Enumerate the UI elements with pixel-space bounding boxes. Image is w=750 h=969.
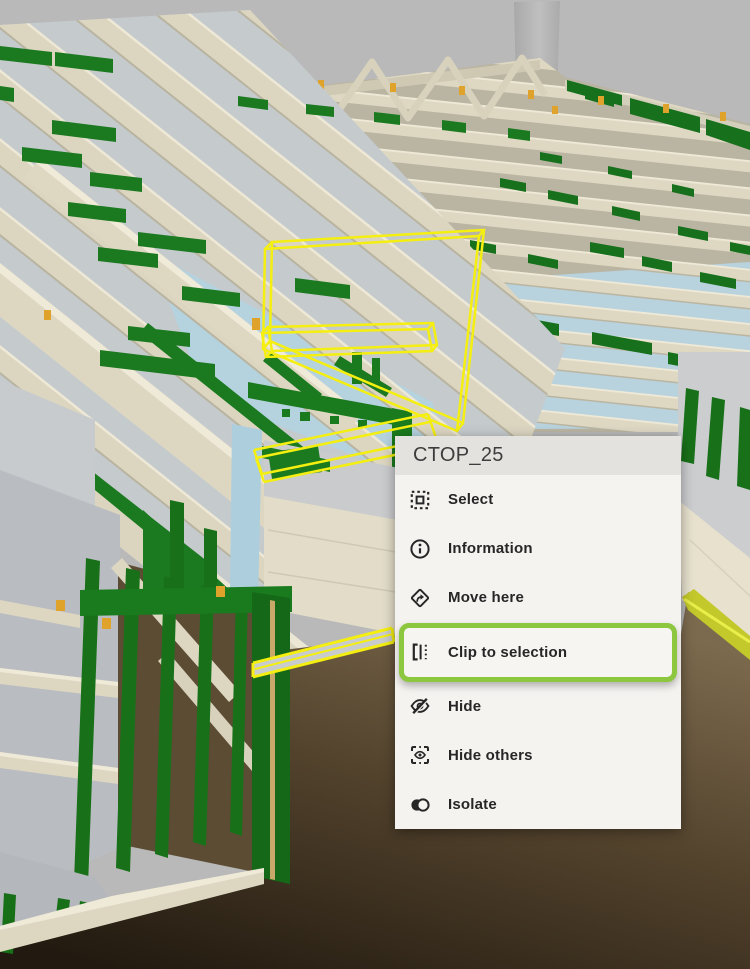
- select-icon: [409, 489, 431, 511]
- menu-item-information[interactable]: Information: [395, 524, 681, 573]
- context-menu-header: CTOP_25: [395, 436, 681, 475]
- isolate-icon: [409, 794, 431, 816]
- menu-item-label: Information: [448, 540, 533, 557]
- selected-object-title: CTOP_25: [413, 444, 504, 467]
- hide-others-icon: [409, 744, 431, 766]
- menu-item-label: Isolate: [448, 796, 497, 813]
- menu-item-clip-to-selection[interactable]: Clip to selection: [399, 623, 677, 682]
- information-icon: [409, 538, 431, 560]
- menu-item-label: Hide: [448, 698, 481, 715]
- context-menu: CTOP_25 Select Information Move here Cli…: [395, 436, 681, 829]
- clip-to-selection-icon: [409, 641, 431, 663]
- menu-item-label: Hide others: [448, 747, 533, 764]
- menu-item-hide-others[interactable]: Hide others: [395, 731, 681, 780]
- menu-item-move-here[interactable]: Move here: [395, 573, 681, 622]
- menu-item-hide[interactable]: Hide: [395, 682, 681, 731]
- menu-item-label: Select: [448, 491, 493, 508]
- menu-item-select[interactable]: Select: [395, 475, 681, 524]
- bim-viewer-screen: { "scene": { "type": "3d-bim-viewer", "s…: [0, 0, 750, 969]
- menu-item-label: Move here: [448, 589, 524, 606]
- hide-icon: [409, 695, 431, 717]
- menu-item-isolate[interactable]: Isolate: [395, 780, 681, 829]
- move-here-icon: [409, 587, 431, 609]
- menu-item-label: Clip to selection: [448, 644, 567, 661]
